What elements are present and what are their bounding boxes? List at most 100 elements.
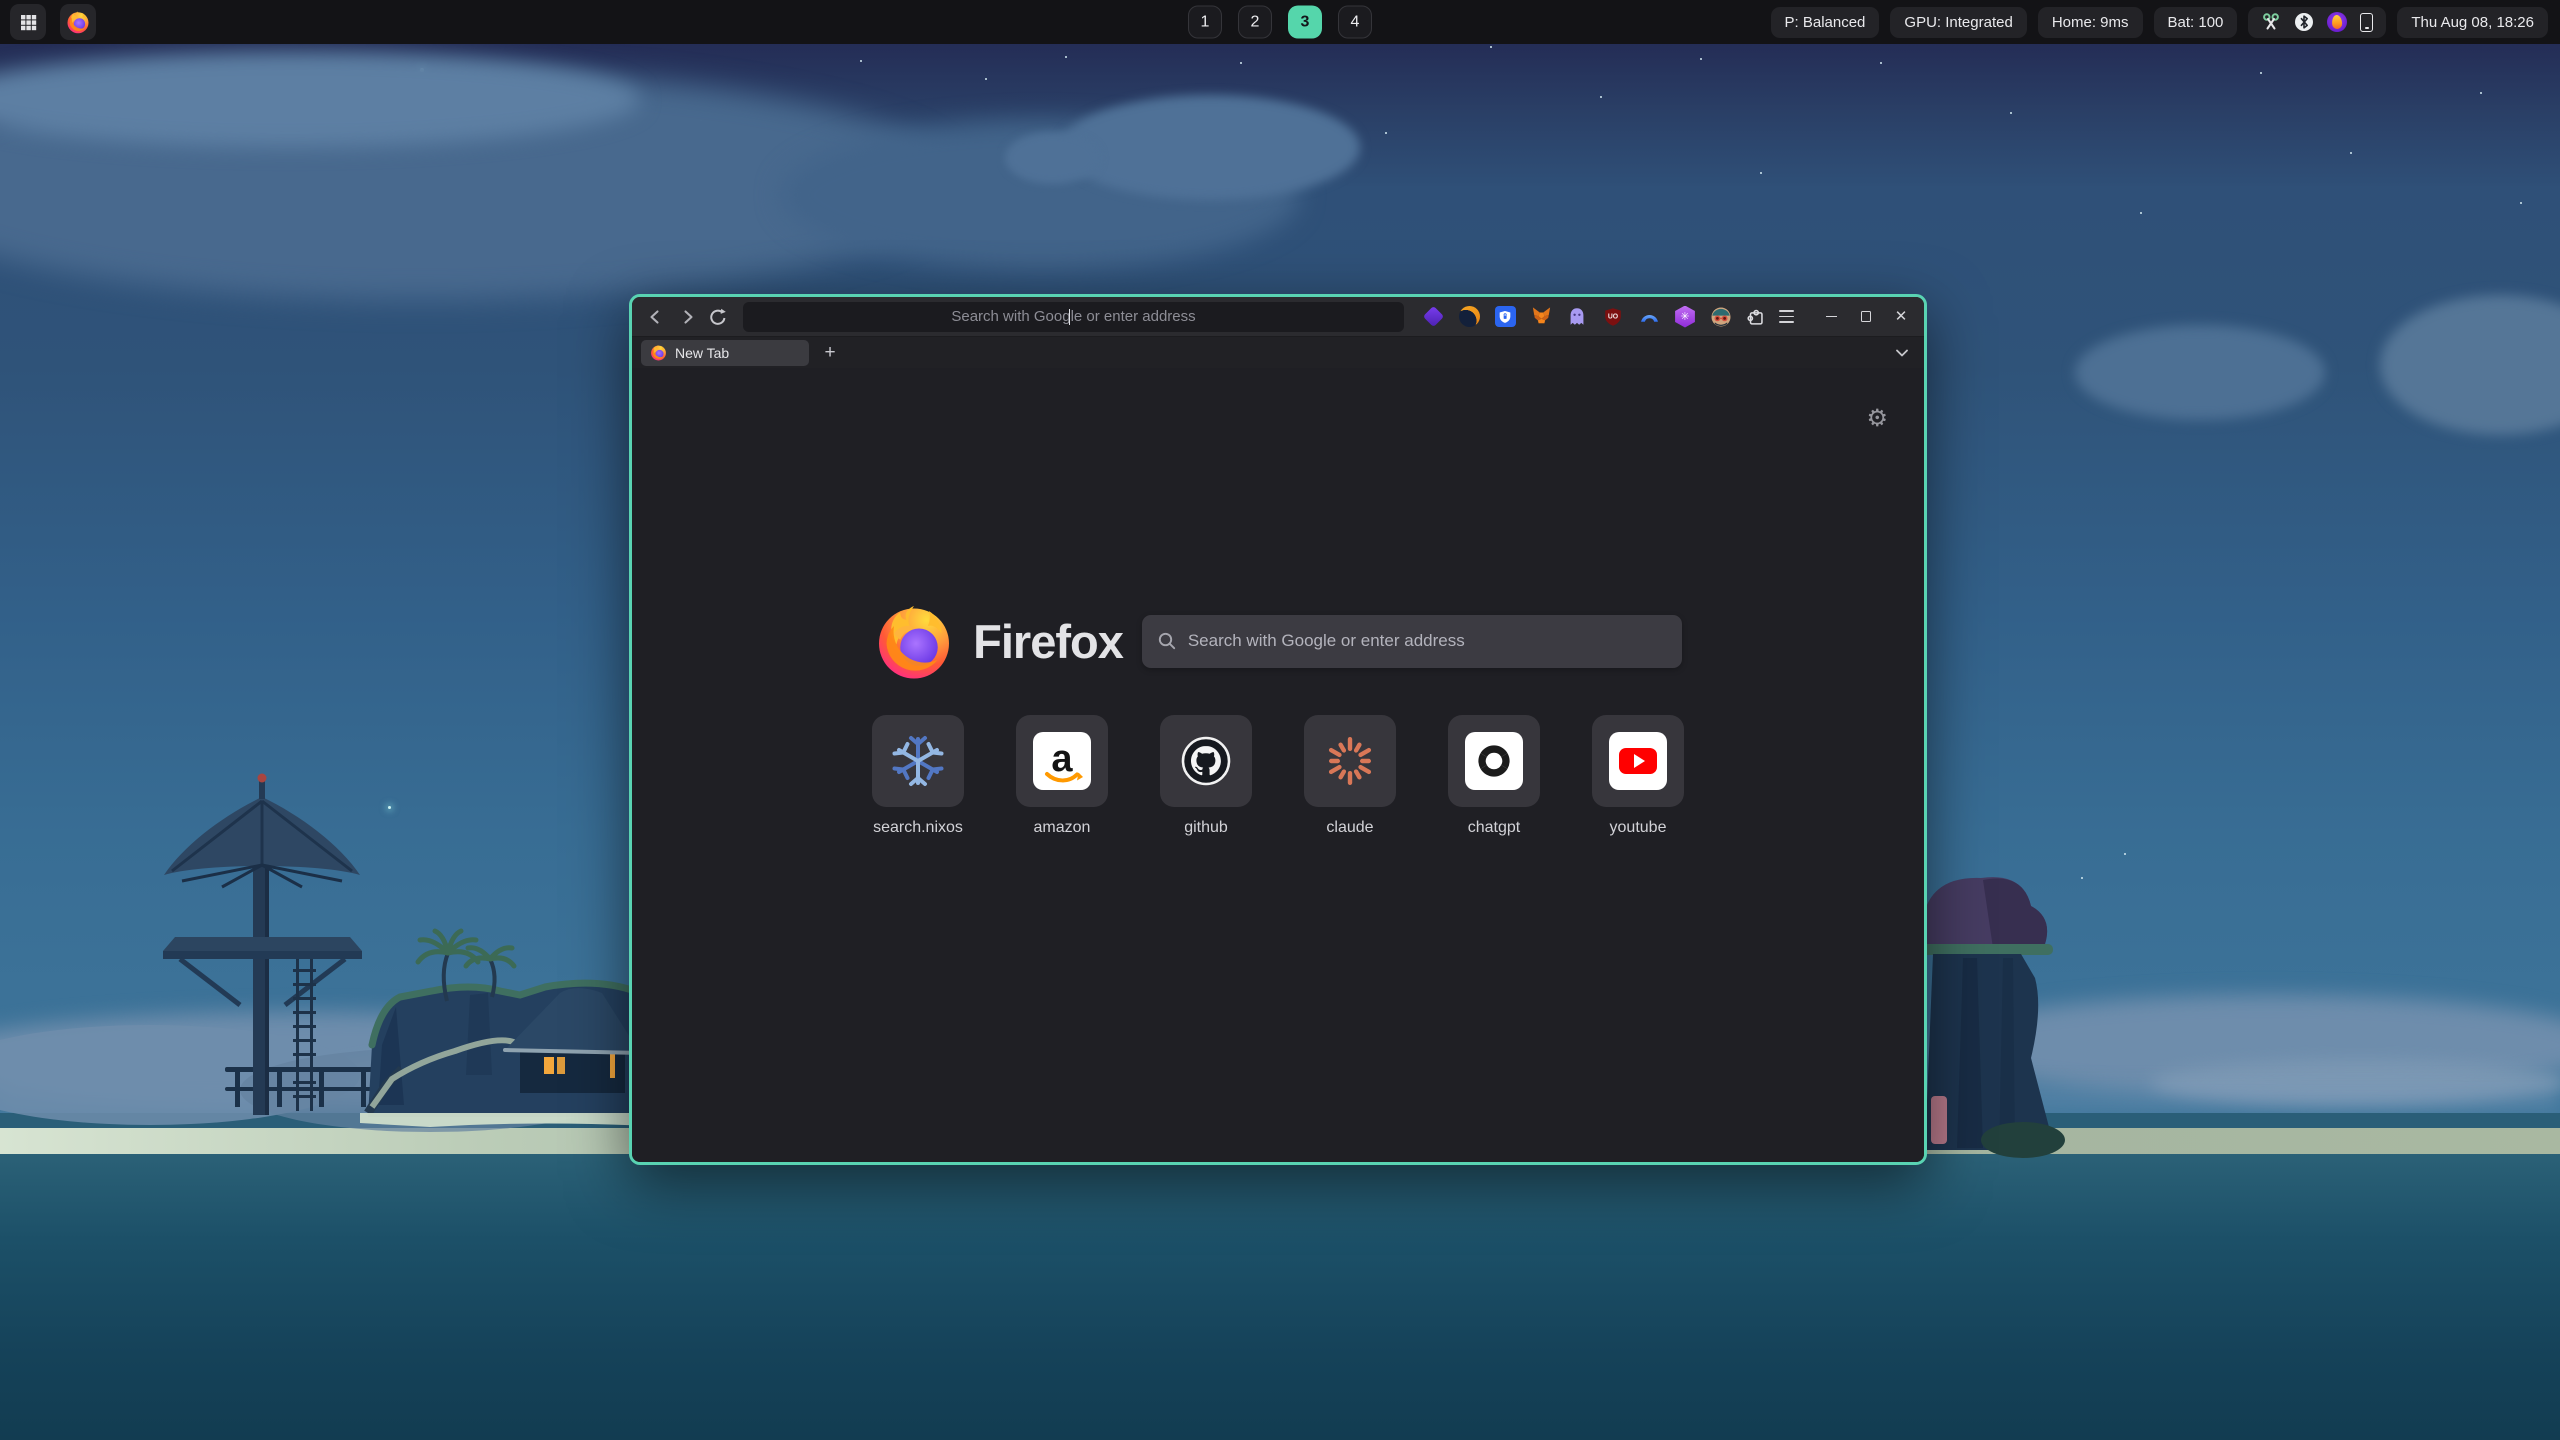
metamask-icon (1530, 305, 1553, 328)
bitwarden-icon (1495, 306, 1516, 327)
minimize-button[interactable] (1818, 304, 1844, 330)
extensions-button[interactable] (1742, 303, 1769, 330)
desktop: 1 2 3 4 P: Balanced GPU: Integrated Home… (0, 0, 2560, 1440)
workspace-switcher: 1 2 3 4 (1188, 6, 1372, 39)
tab-new-tab[interactable]: New Tab (641, 340, 809, 366)
shortcut-chatgpt[interactable]: chatgpt (1448, 715, 1540, 837)
topbar: 1 2 3 4 P: Balanced GPU: Integrated Home… (0, 0, 2560, 44)
shortcut-label: youtube (1610, 819, 1667, 837)
close-button[interactable]: ✕ (1888, 304, 1914, 330)
spy-mask-extension-button[interactable] (1708, 304, 1734, 330)
github-icon (1178, 733, 1234, 789)
dark-reader-icon (1459, 306, 1480, 327)
app-launcher-button[interactable] (10, 4, 46, 40)
url-bar[interactable]: Search with Google or enter address (743, 302, 1404, 332)
spy-mask-icon (1710, 306, 1732, 328)
newtab-search[interactable] (1142, 615, 1682, 668)
firefox-window: Search with Google or enter address (629, 294, 1927, 1165)
close-icon: ✕ (1895, 309, 1908, 324)
bitwarden-extension-button[interactable] (1492, 304, 1518, 330)
search-icon (1157, 631, 1177, 651)
youtube-icon (1609, 732, 1667, 790)
shortcut-search-nixos[interactable]: search.nixos (872, 715, 964, 837)
new-tab-icon: + (824, 342, 835, 364)
search-input[interactable] (1188, 631, 1667, 651)
shortcut-claude[interactable]: claude (1304, 715, 1396, 837)
list-all-tabs-button[interactable] (1889, 341, 1915, 365)
claude-starburst-icon (1322, 733, 1378, 789)
ublock-origin-icon: UO (1602, 306, 1624, 328)
svg-text:UO: UO (1608, 313, 1619, 320)
text-caret (1069, 309, 1071, 325)
svg-text:a: a (1051, 738, 1073, 780)
shortcut-tiles: search.nixos a amazon (632, 715, 1924, 837)
firefox-icon (66, 10, 90, 34)
nav-toolbar: Search with Google or enter address (632, 297, 1924, 336)
tab-bar: New Tab + (632, 336, 1924, 368)
newtab-hero: Firefox (632, 601, 1924, 681)
minimize-icon (1826, 316, 1837, 318)
power-profile-pill: P: Balanced (1771, 7, 1880, 38)
openai-icon (1465, 732, 1523, 790)
phone-icon[interactable] (2360, 13, 2373, 32)
back-button[interactable] (642, 303, 669, 330)
reload-button[interactable] (704, 303, 731, 330)
ghostery-extension-button[interactable] (1564, 304, 1590, 330)
scissors-icon[interactable] (2261, 12, 2281, 32)
forward-button[interactable] (673, 303, 700, 330)
tab-label: New Tab (675, 345, 729, 361)
maximize-button[interactable] (1853, 304, 1879, 330)
hex-asterisk-extension-button[interactable]: ✳ (1672, 304, 1698, 330)
ublock-origin-extension-button[interactable]: UO (1600, 304, 1626, 330)
firefox-logo (874, 601, 954, 681)
metamask-extension-button[interactable] (1528, 304, 1554, 330)
purple-gem-icon (1422, 306, 1443, 327)
workspace-4-button[interactable]: 4 (1338, 6, 1372, 39)
forward-icon (677, 307, 697, 327)
vpn-arc-icon (1638, 305, 1661, 328)
workspace-2-button[interactable]: 2 (1238, 6, 1272, 39)
back-icon (646, 307, 666, 327)
firefox-wordmark: Firefox (973, 614, 1123, 669)
system-tray (2248, 7, 2386, 38)
hamburger-menu-icon (1779, 310, 1794, 323)
shortcut-youtube[interactable]: youtube (1592, 715, 1684, 837)
gear-icon[interactable]: ⚙ (1866, 406, 1888, 430)
dark-reader-extension-button[interactable] (1456, 304, 1482, 330)
window-controls: ✕ (1818, 304, 1914, 330)
chevron-down-icon (1895, 348, 1909, 358)
hex-asterisk-icon: ✳ (1674, 306, 1696, 328)
app-menu-button[interactable] (1773, 303, 1800, 330)
topbar-status: P: Balanced GPU: Integrated Home: 9ms Ba… (1771, 7, 2560, 38)
ghostery-icon (1566, 306, 1588, 328)
topbar-left (0, 4, 96, 40)
apps-grid-icon (19, 13, 38, 32)
extensions-puzzle-icon (1745, 306, 1767, 328)
sea-foreground (0, 1154, 2560, 1440)
gpu-pill: GPU: Integrated (1890, 7, 2026, 38)
flame-icon[interactable] (2327, 12, 2347, 32)
cloud (1005, 132, 1100, 184)
vpn-extension-button[interactable] (1636, 304, 1662, 330)
maximize-icon (1861, 311, 1872, 322)
new-tab-page: ⚙ Firefox (632, 368, 1924, 1162)
reload-icon (708, 307, 728, 327)
cloud (1060, 95, 1360, 200)
clock-pill: Thu Aug 08, 18:26 (2397, 7, 2548, 38)
purple-gem-extension-button[interactable] (1420, 304, 1446, 330)
firefox-favicon (650, 344, 667, 361)
island-watchtower-art (0, 745, 700, 1175)
bluetooth-icon[interactable] (2294, 12, 2314, 32)
cloud (2075, 325, 2325, 420)
shortcut-github[interactable]: github (1160, 715, 1252, 837)
new-tab-button[interactable]: + (818, 341, 842, 365)
workspace-3-button-active[interactable]: 3 (1288, 6, 1322, 39)
workspace-1-button[interactable]: 1 (1188, 6, 1222, 39)
shortcut-label: github (1184, 819, 1228, 837)
nixos-snowflake-icon (890, 733, 946, 789)
cliff-art (1903, 858, 2123, 1158)
shortcut-amazon[interactable]: a amazon (1016, 715, 1108, 837)
battery-pill: Bat: 100 (2154, 7, 2238, 38)
shortcut-label: amazon (1034, 819, 1091, 837)
firefox-launcher-button[interactable] (60, 4, 96, 40)
